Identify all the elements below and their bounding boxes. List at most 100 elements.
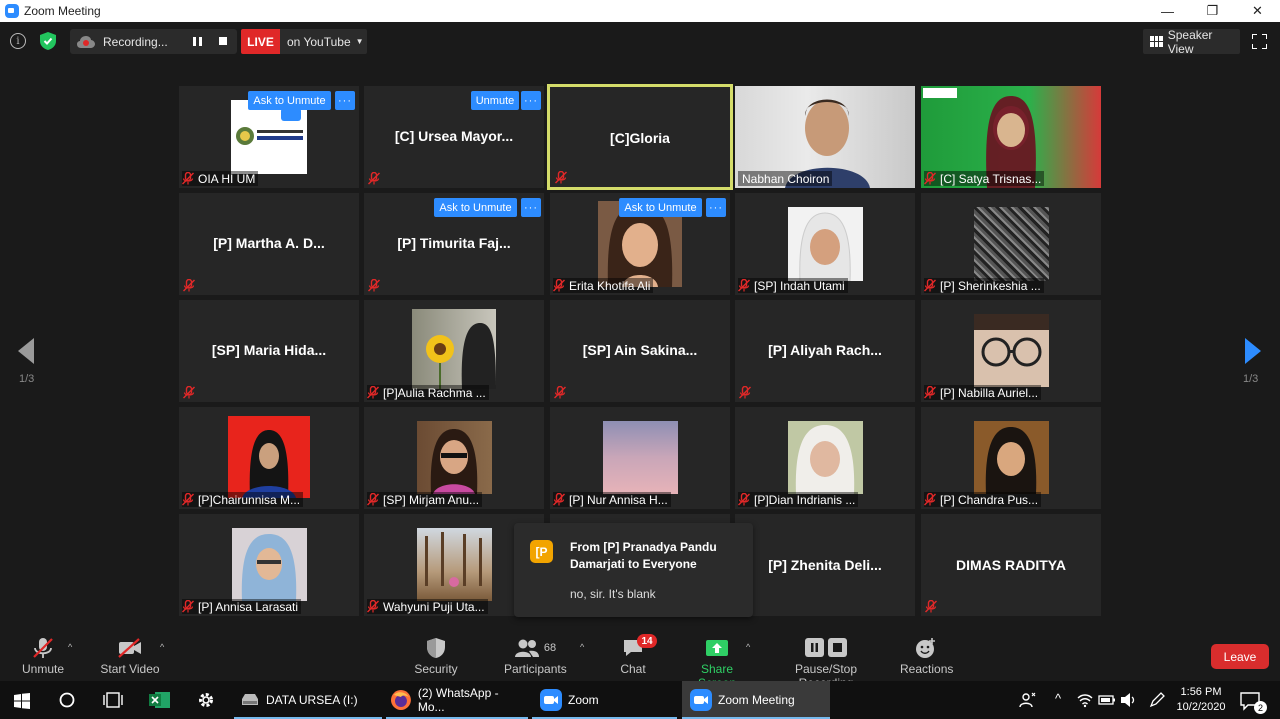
participant-tile[interactable]: [P] Timurita Faj... Ask to Unmute ··· [364,193,544,295]
live-stream-dropdown[interactable]: on YouTube ▼ [280,29,367,54]
next-page-arrow-icon[interactable] [1245,338,1261,364]
muted-mic-icon [368,279,380,292]
participant-tile[interactable]: [P]Chairunnisa M... [179,407,359,509]
taskbar-zoom-label: Zoom [568,693,599,707]
wifi-icon[interactable] [1077,692,1093,708]
participant-tile[interactable]: Ask to Unmute ··· OIA HI UM [179,86,359,188]
taskbar-item-whatsapp[interactable]: (2) WhatsApp - Mo... [386,681,528,719]
leave-meeting-button[interactable]: Leave [1211,644,1269,669]
participant-tile[interactable]: [SP] Indah Utami [735,193,915,295]
chat-message-text: no, sir. It's blank [570,587,656,601]
system-clock[interactable]: 1:56 PM 10/2/2020 [1176,685,1226,715]
ask-to-unmute-button[interactable]: Ask to Unmute [619,198,702,217]
participant-tile[interactable]: [P] Nur Annisa H... [550,407,730,509]
share-options-chevron-icon[interactable]: ^ [746,642,750,652]
participant-tile[interactable]: Nabhan Choiron [735,86,915,188]
excel-icon[interactable] [149,691,171,709]
participant-photo [417,528,492,601]
zoom-meeting-icon [690,689,712,711]
stop-recording-icon[interactable] [219,37,227,45]
battery-icon[interactable] [1098,693,1116,707]
settings-gear-icon[interactable] [197,691,215,709]
more-options-button[interactable]: ··· [335,91,355,110]
participant-name: [P]Dian Indrianis ... [754,492,856,507]
taskbar-zoom-meeting-label: Zoom Meeting [718,693,795,707]
muted-mic-icon [367,600,379,613]
participant-label: OIA HI UM [182,171,259,186]
reactions-button[interactable]: Reactions [900,637,953,676]
title-bar: Zoom Meeting — ❐ ✕ [0,0,1280,22]
participant-photo [232,528,307,601]
taskbar-item-zoom[interactable]: Zoom [532,681,677,719]
audio-options-chevron-icon[interactable]: ^ [68,642,72,652]
participant-photo [788,207,863,282]
participant-name: [C]Gloria [610,130,670,146]
participants-options-chevron-icon[interactable]: ^ [580,642,584,652]
participants-button[interactable]: 68 Participants [504,637,567,676]
windows-taskbar: DATA URSEA (I:) (2) WhatsApp - Mo... Zoo… [0,681,1280,719]
recording-text: Recording... [103,34,168,49]
info-icon[interactable]: i [10,33,26,49]
participant-tile[interactable]: [C] Satya Trisnas... [921,86,1101,188]
more-options-button[interactable]: ··· [521,198,541,217]
pause-recording-icon[interactable] [193,37,202,46]
participant-photo [228,416,310,498]
windows-start-icon[interactable] [14,693,30,709]
taskbar-item-drive[interactable]: DATA URSEA (I:) [234,681,382,719]
participant-label: [P] Nur Annisa H... [553,492,671,507]
chat-notification-popup[interactable]: [P From [P] Pranadya Pandu Damarjati to … [514,523,753,617]
chat-sender-avatar: [P [530,540,553,563]
participant-tile[interactable]: [P] Sherinkeshia ... [921,193,1101,295]
fullscreen-icon[interactable] [1252,34,1267,49]
muted-mic-icon [924,172,936,185]
participants-count: 68 [543,642,557,654]
participant-name: [P] Zhenita Deli... [768,557,882,573]
participant-tile[interactable]: DIMAS RADITYA [921,514,1101,616]
participant-tile[interactable]: [SP] Maria Hida... [179,300,359,402]
participant-tile[interactable]: [P] Zhenita Deli... [735,514,915,616]
participant-tile[interactable]: [C] Ursea Mayor... Unmute ··· [364,86,544,188]
ask-to-unmute-button[interactable]: Ask to Unmute [434,198,517,217]
participant-name: [P] Annisa Larasati [198,599,299,614]
more-options-button[interactable]: ··· [706,198,726,217]
participant-tile[interactable]: [P]Dian Indrianis ... [735,407,915,509]
taskbar-item-zoom-meeting[interactable]: Zoom Meeting [682,681,830,719]
muted-mic-icon [738,493,750,506]
minimize-button[interactable]: — [1145,0,1190,22]
participant-tile[interactable]: [SP] Ain Sakina... [550,300,730,402]
participant-tile[interactable]: [P] Martha A. D... [179,193,359,295]
maximize-button[interactable]: ❐ [1190,0,1235,22]
active-speaker-tile[interactable]: [C]Gloria [547,84,733,190]
participant-tile[interactable]: [P] Nabilla Auriel... [921,300,1101,402]
unmute-button[interactable]: Unmute [471,91,519,110]
participant-name: [SP] Indah Utami [754,278,845,293]
unmute-toolbar-button[interactable]: Unmute [20,637,66,676]
taskbar-whatsapp-label: (2) WhatsApp - Mo... [417,686,499,714]
close-button[interactable]: ✕ [1235,0,1280,22]
shield-check-icon[interactable] [40,32,56,50]
participant-tile[interactable]: [P] Chandra Pus... [921,407,1101,509]
participant-tile[interactable]: Ask to Unmute ··· Erita Khotifa Ali [550,193,730,295]
participant-label: [P]Aulia Rachma ... [367,385,489,400]
video-options-chevron-icon[interactable]: ^ [160,642,164,652]
participant-tile[interactable]: [SP] Mirjam Anu... [364,407,544,509]
ask-to-unmute-button[interactable]: Ask to Unmute [248,91,331,110]
start-video-button[interactable]: Start Video [100,637,160,676]
show-hidden-icons-chevron-icon[interactable]: ^ [1055,691,1061,706]
previous-page-arrow-icon[interactable] [18,338,34,364]
participant-photo [974,207,1049,281]
pen-icon[interactable] [1148,691,1166,709]
people-icon[interactable] [1019,691,1037,709]
more-options-button[interactable]: ··· [521,91,541,110]
search-circle-icon[interactable] [59,692,75,708]
speaker-view-button[interactable]: Speaker View [1143,28,1240,56]
video-off-icon [118,638,141,658]
task-view-icon[interactable] [103,692,123,708]
participant-tile[interactable]: [P]Aulia Rachma ... [364,300,544,402]
volume-icon[interactable] [1120,692,1138,708]
security-button[interactable]: Security [413,637,459,676]
participant-tile[interactable]: [P] Annisa Larasati [179,514,359,616]
participant-name: OIA HI UM [198,171,256,186]
participant-tile[interactable]: [P] Aliyah Rach... [735,300,915,402]
drive-icon [242,694,258,705]
